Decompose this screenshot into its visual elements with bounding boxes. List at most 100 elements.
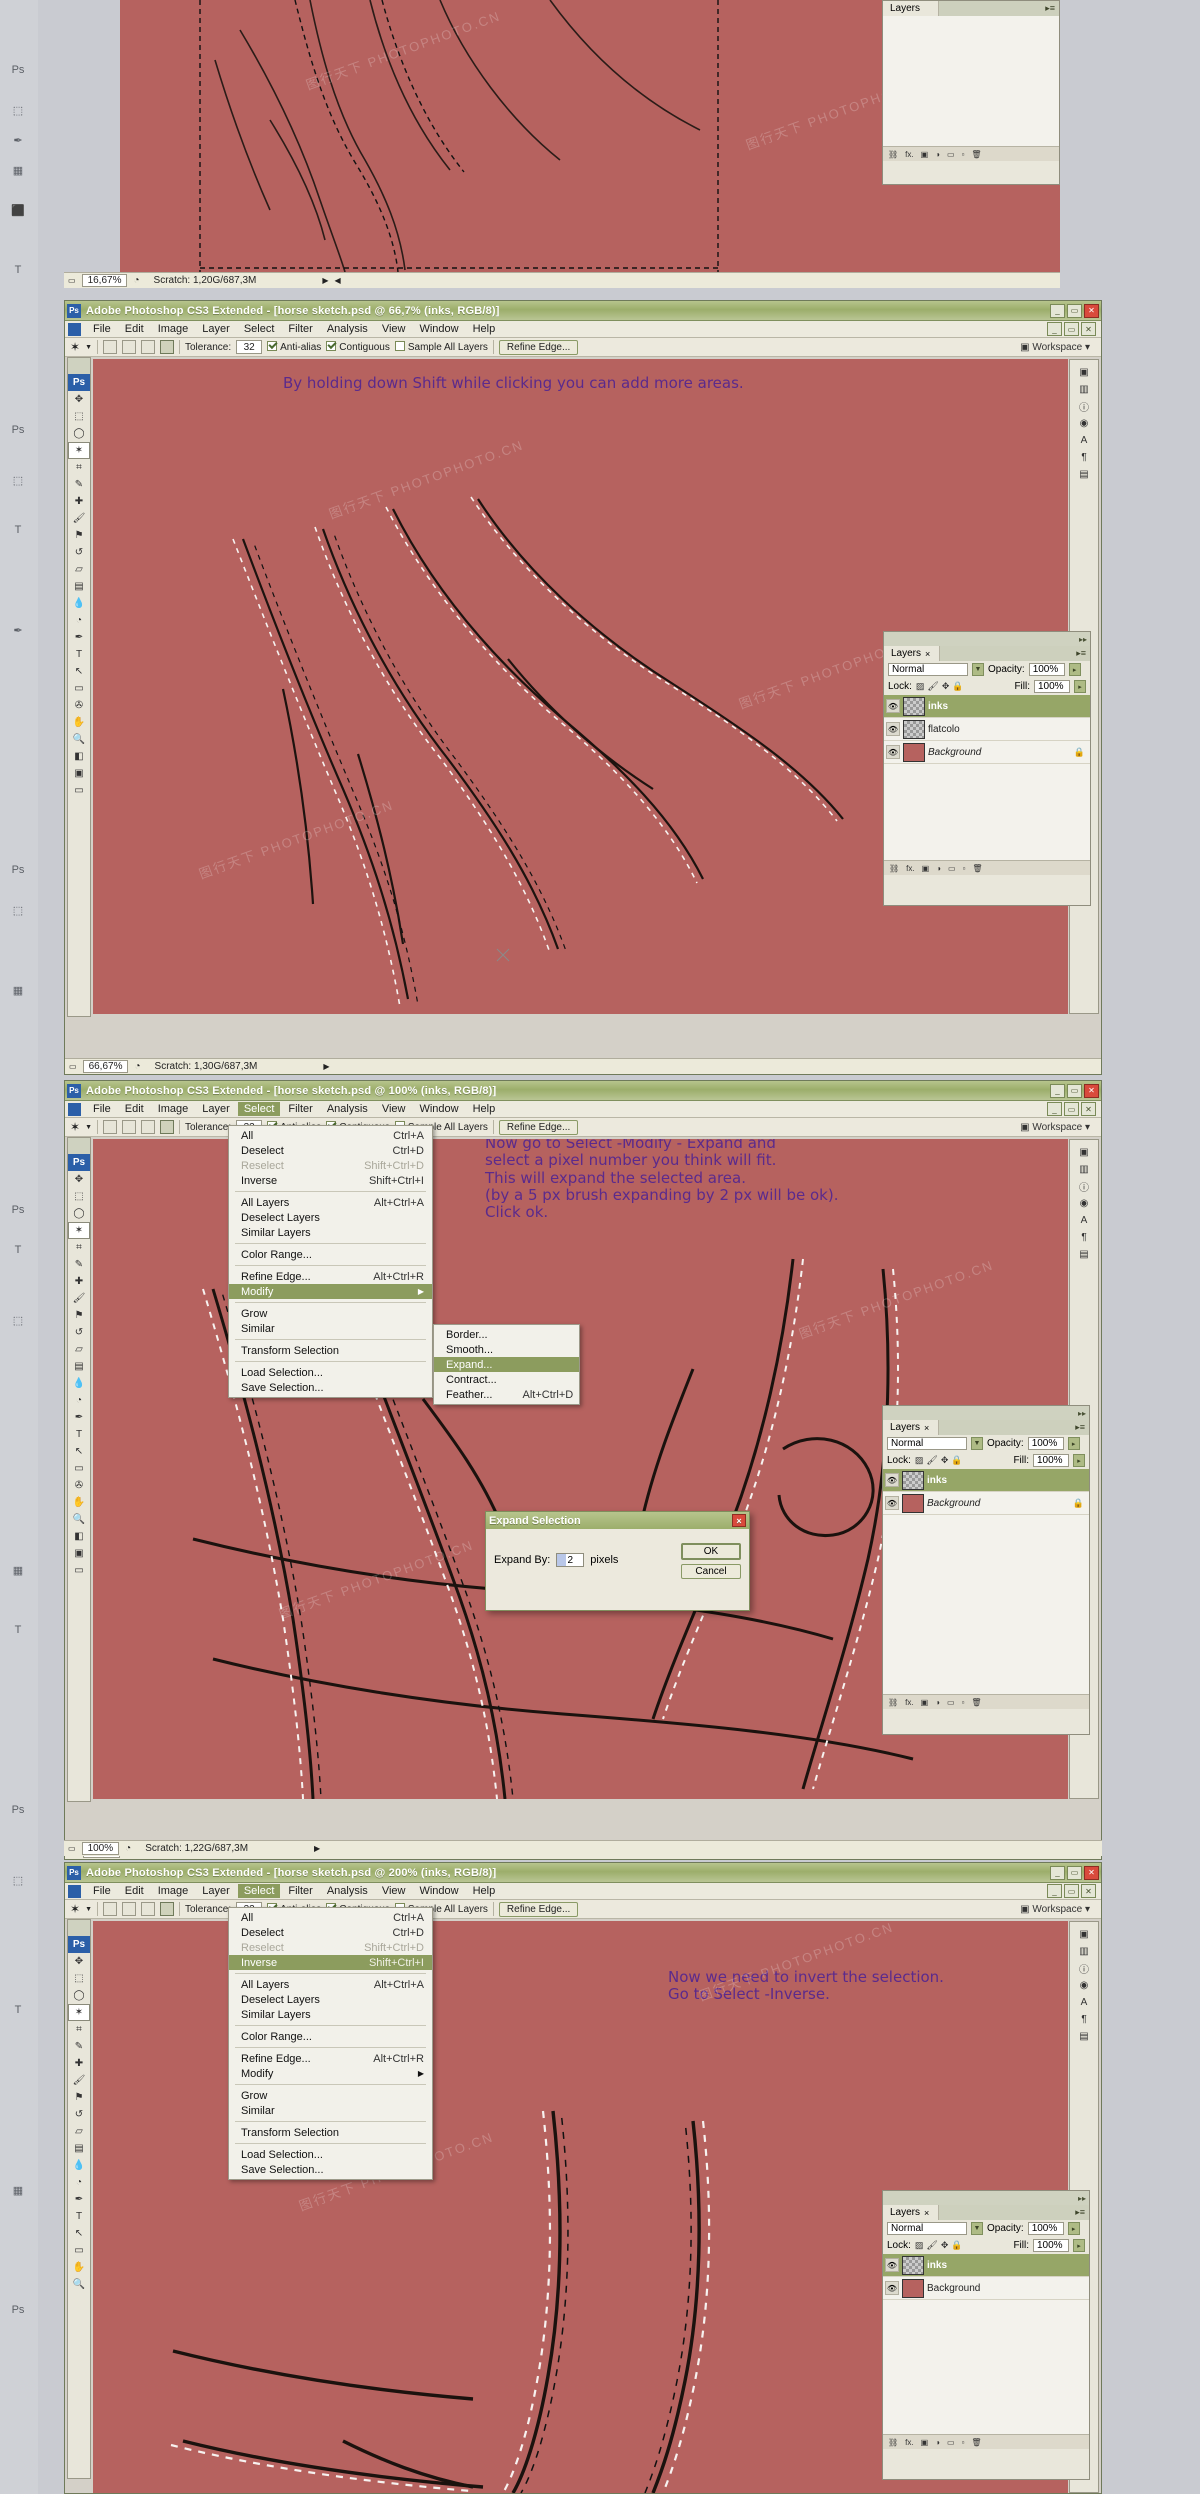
close-button-4[interactable]: ✕	[1084, 1865, 1099, 1880]
lock-image-icon-2[interactable]: 🖌	[927, 681, 938, 692]
gradient-tool-4[interactable]: ▤	[68, 2140, 90, 2157]
menu-edit-4[interactable]: Edit	[119, 1884, 150, 1898]
menu-item-modify-3[interactable]: Modify ▶	[229, 1284, 432, 1299]
window-2-menubar[interactable]: File Edit Image Layer Select Filter Anal…	[65, 321, 1101, 338]
adjustment-layer-icon-1[interactable]: ◑	[935, 150, 940, 159]
blend-mode-chevron-down-icon-4[interactable]: ▼	[971, 2222, 983, 2235]
submenu-item-contract-3[interactable]: Contract...	[434, 1372, 579, 1387]
menu-help-2[interactable]: Help	[467, 322, 502, 336]
layer-style-icon-2[interactable]: fx.	[906, 864, 914, 873]
new-layer-icon-3[interactable]: ▫	[962, 1698, 965, 1707]
minimize-button-2[interactable]: _	[1050, 303, 1065, 318]
lock-row-3[interactable]: Lock: ▨ 🖌 ✥ 🔒 Fill: 100% ▸	[883, 1452, 1089, 1469]
refine-edge-button-4[interactable]: Refine Edge...	[498, 1901, 579, 1917]
blend-mode-select-3[interactable]: Normal	[887, 1437, 967, 1450]
healing-brush-tool-2[interactable]: ✚	[68, 493, 90, 510]
new-group-icon-2[interactable]: ▭	[948, 864, 956, 873]
new-group-icon-3[interactable]: ▭	[947, 1698, 955, 1707]
history-brush-tool-2[interactable]: ↺	[68, 544, 90, 561]
menu-item-all-4[interactable]: All Ctrl+A	[229, 1910, 432, 1925]
hand-tool-2[interactable]: ✋	[68, 714, 90, 731]
doc-close-2[interactable]: ✕	[1081, 322, 1096, 336]
contiguous-checkbox-2[interactable]: Contiguous	[326, 341, 390, 353]
dock-layers-icon-3[interactable]: ▤	[1070, 1246, 1098, 1263]
brush-tool-4[interactable]: 🖌	[68, 2072, 90, 2089]
zoom-tool-4[interactable]: 🔍	[68, 2276, 90, 2293]
lock-icons-3[interactable]: ▨ 🖌 ✥ 🔒	[915, 1455, 963, 1466]
toolbox-header-2[interactable]	[68, 358, 90, 374]
foreground-background-color-2[interactable]: ◧	[68, 748, 90, 765]
notes-tool-3[interactable]: ✇	[68, 1477, 90, 1494]
menu-file-3[interactable]: File	[87, 1102, 117, 1116]
menu-select-3[interactable]: Select	[237, 1102, 281, 1116]
opacity-value-2[interactable]: 100%	[1028, 663, 1065, 676]
add-selection-button-3[interactable]	[122, 1120, 136, 1134]
panel-menu-icon-1[interactable]: ▸≡	[1045, 3, 1059, 14]
layer-mask-icon-1[interactable]: ▣	[921, 150, 929, 159]
window-1-statusbar[interactable]: ▭ 16,67% ◔ Scratch: 1,20G/687,3M ▶ ◀	[64, 272, 1060, 288]
layer-mask-icon-2[interactable]: ▣	[922, 864, 930, 873]
dock-info-icon-2[interactable]: ⓘ	[1070, 398, 1098, 415]
window-4-buttons[interactable]: _ ▭ ✕	[1050, 1865, 1099, 1880]
statusbar-expand-arrow-3b[interactable]: ▶	[314, 1844, 320, 1853]
marquee-tool-3[interactable]: ⬚	[68, 1188, 90, 1205]
blend-mode-row-2[interactable]: Normal ▼ Opacity: 100% ▸	[884, 661, 1090, 678]
refine-edge-button-3[interactable]: Refine Edge...	[498, 1119, 579, 1135]
dock-character-icon-3[interactable]: A	[1070, 1212, 1098, 1229]
menu-item-modify-4[interactable]: Modify ▶	[229, 2066, 432, 2081]
dock-color-icon-4[interactable]: ◉	[1070, 1977, 1098, 1994]
workspace-label-4[interactable]: ▣ Workspace ▾	[1020, 1904, 1096, 1915]
layers-list-3[interactable]: 👁 inks 👁 Background 🔒	[883, 1469, 1089, 1694]
tool-preset-chevron-4[interactable]: ▼	[85, 1906, 92, 1913]
doc-restore-2[interactable]: ▭	[1064, 322, 1079, 336]
dock-navigator-icon-3[interactable]: ▣	[1070, 1144, 1098, 1161]
window-4-optionsbar[interactable]: ✶ ▼ Tolerance: 32 Anti-alias Contiguous …	[65, 1900, 1101, 1919]
fill-value-4[interactable]: 100%	[1033, 2239, 1069, 2252]
window-2-buttons[interactable]: _ ▭ ✕	[1050, 303, 1099, 318]
toolbox-header-3[interactable]	[68, 1138, 90, 1154]
layer-visibility-eye-icon-inks-2[interactable]: 👁	[886, 699, 900, 713]
lock-image-icon-4[interactable]: 🖌	[926, 2240, 937, 2251]
layer-row-background-3[interactable]: 👁 Background 🔒	[883, 1492, 1089, 1515]
eraser-tool-2[interactable]: ▱	[68, 561, 90, 578]
gradient-tool-3[interactable]: ▤	[68, 1358, 90, 1375]
window-3-optionsbar[interactable]: ✶ ▼ Tolerance: 32 Anti-alias Contiguous …	[65, 1118, 1101, 1137]
dock-paragraph-icon-2[interactable]: ¶	[1070, 449, 1098, 466]
lock-image-icon-3[interactable]: 🖌	[926, 1455, 937, 1466]
window-2[interactable]: Ps Adobe Photoshop CS3 Extended - [horse…	[64, 300, 1102, 1075]
brush-tool-3[interactable]: 🖌	[68, 1290, 90, 1307]
menu-window-3[interactable]: Window	[413, 1102, 464, 1116]
expand-by-input[interactable]: 2	[556, 1553, 585, 1567]
hand-tool-3[interactable]: ✋	[68, 1494, 90, 1511]
pen-tool-4[interactable]: ✒	[68, 2191, 90, 2208]
menu-item-refine-edge-4[interactable]: Refine Edge... Alt+Ctrl+R	[229, 2051, 432, 2066]
crop-tool-3[interactable]: ⌗	[68, 1239, 90, 1256]
layers-tab-3[interactable]: Layers ×	[883, 1420, 939, 1435]
lasso-tool-3[interactable]: ◯	[68, 1205, 90, 1222]
modify-submenu-3[interactable]: Border... Smooth... Expand... Contract..…	[433, 1324, 580, 1405]
select-menu-4[interactable]: All Ctrl+A Deselect Ctrl+D Reselect Shift+C…	[228, 1907, 433, 2180]
layer-mask-icon-3[interactable]: ▣	[921, 1698, 929, 1707]
subtract-selection-button-3[interactable]	[141, 1120, 155, 1134]
opacity-chevron-icon-3[interactable]: ▸	[1067, 1437, 1080, 1450]
lasso-tool-4[interactable]: ◯	[68, 1987, 90, 2004]
doc-info-icon-2b[interactable]: ◔	[134, 1061, 140, 1072]
lock-all-icon-2[interactable]: 🔒	[952, 681, 963, 692]
subtract-selection-button-2[interactable]	[141, 340, 155, 354]
delete-layer-icon-4[interactable]: 🗑	[971, 2438, 981, 2447]
tool-preset-chevron-2[interactable]: ▼	[85, 344, 92, 351]
document-menu-icon-3[interactable]	[68, 1102, 81, 1116]
doc-close-4[interactable]: ✕	[1081, 1884, 1096, 1898]
opacity-chevron-icon-4[interactable]: ▸	[1067, 2222, 1080, 2235]
layer-style-icon-3[interactable]: fx.	[905, 1698, 913, 1707]
dock-character-icon-4[interactable]: A	[1070, 1994, 1098, 2011]
notes-tool-2[interactable]: ✇	[68, 697, 90, 714]
menu-item-deselect-4[interactable]: Deselect Ctrl+D	[229, 1925, 432, 1940]
menu-select-2[interactable]: Select	[238, 322, 281, 336]
expand-dialog-ok-button[interactable]: OK	[681, 1543, 741, 1560]
doc-info-icon-3c[interactable]: ◔	[125, 1843, 131, 1854]
healing-brush-tool-4[interactable]: ✚	[68, 2055, 90, 2072]
new-selection-button-2[interactable]	[103, 340, 117, 354]
tool-preset-chevron-3[interactable]: ▼	[85, 1124, 92, 1131]
doc-close-3[interactable]: ✕	[1081, 1102, 1096, 1116]
